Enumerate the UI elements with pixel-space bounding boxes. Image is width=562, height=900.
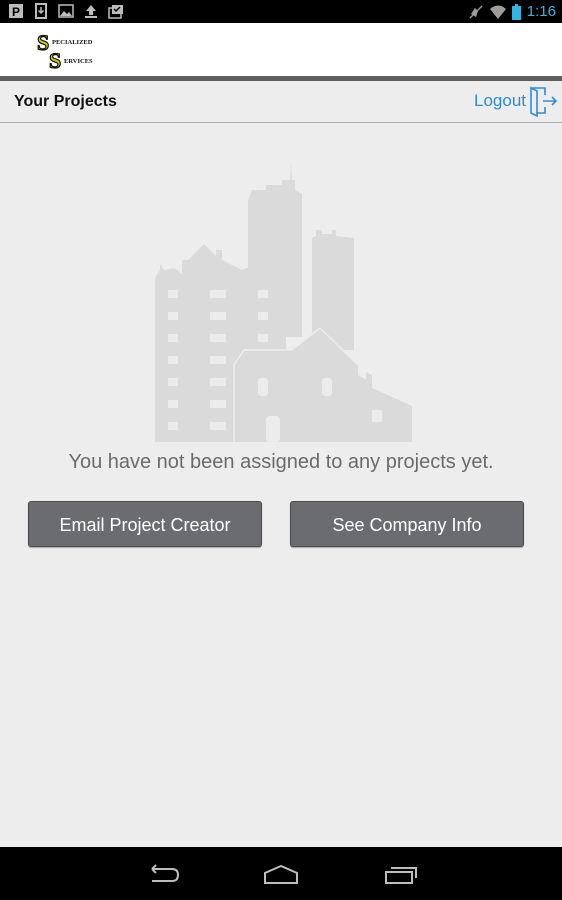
logout-button[interactable]: Logout xyxy=(474,85,558,117)
notification-icons: P xyxy=(8,3,124,19)
system-icons: 1:16 xyxy=(468,2,556,21)
recents-icon[interactable] xyxy=(381,861,421,887)
status-bar: P 1:16 xyxy=(0,0,562,23)
navigation-bar xyxy=(0,847,562,900)
buildings-silhouette xyxy=(155,162,412,442)
parking-icon: P xyxy=(9,4,23,19)
empty-state-message: You have not been assigned to any projec… xyxy=(68,451,494,473)
home-icon[interactable] xyxy=(261,861,301,887)
download-icon xyxy=(35,3,47,19)
email-project-creator-button[interactable]: Email Project Creator xyxy=(28,501,262,547)
logo-word-2: ERVICES xyxy=(64,58,93,65)
logout-door-icon xyxy=(530,86,558,117)
see-company-info-button[interactable]: See Company Info xyxy=(290,501,524,547)
image-icon xyxy=(58,4,74,18)
clock: 1:16 xyxy=(526,3,556,20)
logout-label: Logout xyxy=(474,91,526,110)
page-title: Your Projects xyxy=(14,93,117,110)
company-logo: S PECIALIZED S ERVICES xyxy=(36,30,93,70)
logo-initial-1: S xyxy=(37,30,49,55)
app-bar: S PECIALIZED S ERVICES xyxy=(0,23,562,76)
no-sound-icon xyxy=(469,5,483,18)
back-icon[interactable] xyxy=(142,861,182,887)
buildings-illustration xyxy=(155,162,412,442)
svg-text:P: P xyxy=(12,5,20,19)
projects-header: Your Projects Logout xyxy=(0,81,562,123)
upload-icon xyxy=(85,5,97,18)
logo-initial-2: S xyxy=(49,48,61,70)
wifi-icon xyxy=(489,5,506,19)
briefcase-check-icon xyxy=(108,5,123,19)
battery-icon xyxy=(511,3,521,20)
logo-word-1: PECIALIZED xyxy=(52,39,93,46)
